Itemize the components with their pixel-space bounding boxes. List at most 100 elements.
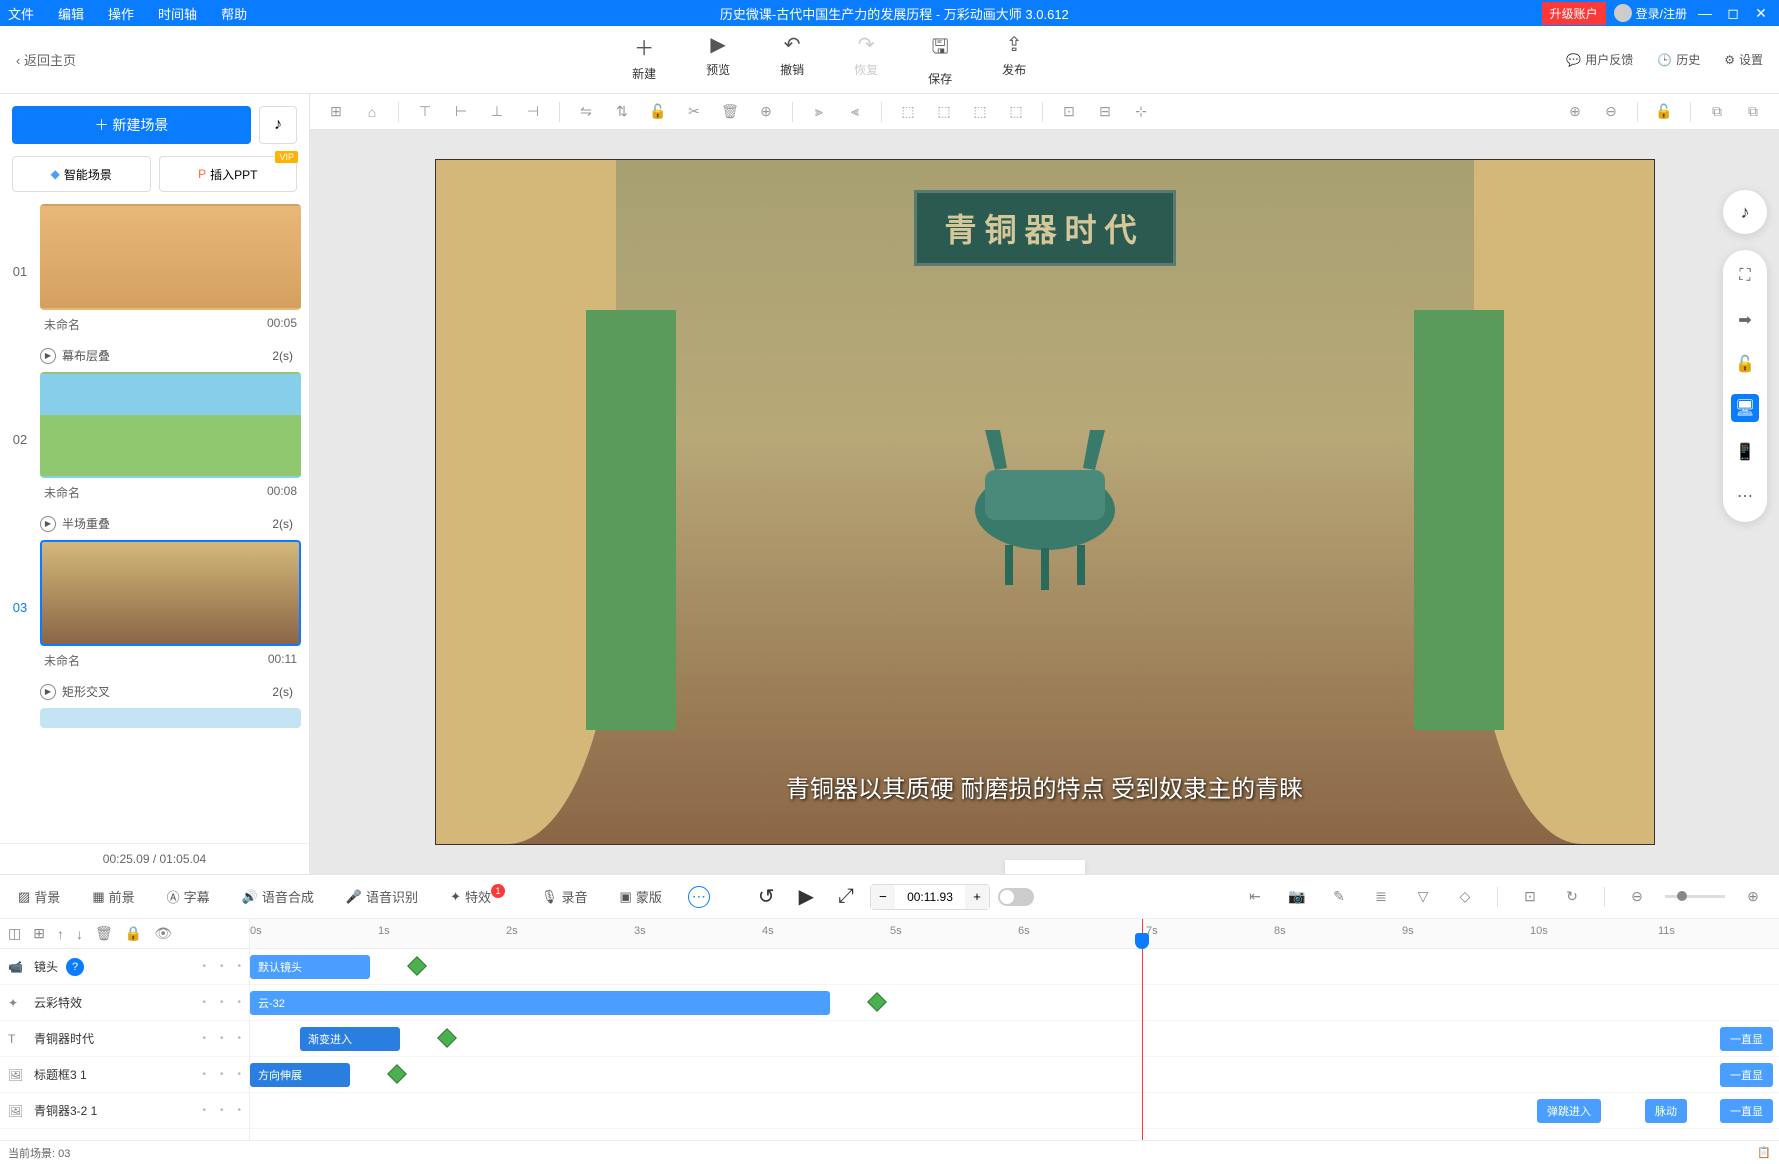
menu-timeline[interactable]: 时间轴: [158, 4, 197, 23]
tab-字幕[interactable]: Ⓐ字幕: [161, 883, 216, 910]
canvas-frame[interactable]: 📹 青铜器时代 青铜器以其质硬 耐磨损的特点 受到奴隶主的青睐: [435, 159, 1655, 845]
upgrade-button[interactable]: 升级账户: [1542, 2, 1606, 25]
more-icon[interactable]: ⋯: [1731, 482, 1759, 510]
track-label-镜头[interactable]: 📹镜头?•••: [0, 949, 249, 985]
tab-语音合成[interactable]: 🔊语音合成: [236, 883, 320, 910]
tl-filter-icon[interactable]: ▽: [1409, 883, 1437, 911]
group-icon[interactable]: ⊡: [1055, 98, 1083, 126]
keyframe[interactable]: [387, 1064, 407, 1084]
menu-help[interactable]: 帮助: [221, 4, 247, 23]
track-label-标题框3 1[interactable]: 🖼标题框3 1•••: [0, 1057, 249, 1093]
scene-transition[interactable]: ▶幕布层叠 2(s): [8, 343, 301, 372]
time-input[interactable]: [895, 890, 965, 904]
dist-v-icon[interactable]: ⫷: [841, 98, 869, 126]
track-badge[interactable]: 一直显: [1720, 1027, 1773, 1051]
tl-edit-icon[interactable]: ✎: [1325, 883, 1353, 911]
align-icon[interactable]: ⊣: [519, 98, 547, 126]
tab-特效[interactable]: ✦特效1: [444, 883, 515, 910]
canvas-viewport[interactable]: 📹 青铜器时代 青铜器以其质硬 耐磨损的特点 受到奴隶主的青睐 ♪ ⛶ ➡ 🔓 …: [310, 130, 1779, 874]
scene-item-02[interactable]: 02 未命名00:08: [8, 372, 301, 507]
scene-thumb[interactable]: [40, 540, 301, 646]
back-icon[interactable]: ⬚: [930, 98, 958, 126]
track-row[interactable]: 弹跳进入脉动一直显: [250, 1093, 1779, 1129]
track-badge[interactable]: 弹跳进入: [1537, 1099, 1601, 1123]
tl-zoomin-icon[interactable]: ⊕: [1739, 883, 1767, 911]
track-label-青铜器时代[interactable]: T青铜器时代•••: [0, 1021, 249, 1057]
copy-icon[interactable]: ⧉: [1703, 98, 1731, 126]
timeline-tracks[interactable]: 0s1s2s3s4s5s6s7s8s9s10s11s 默认镜头云-32渐变进入一…: [250, 919, 1779, 1140]
scene-item-03[interactable]: 03 未命名00:11: [8, 540, 301, 675]
tl-snapshot-icon[interactable]: 📷: [1283, 883, 1311, 911]
flip-h-icon[interactable]: ⇋: [572, 98, 600, 126]
rtool-设置[interactable]: ⚙设置: [1724, 51, 1763, 68]
minimize-button[interactable]: —: [1695, 3, 1715, 23]
tl-icon-1[interactable]: ⇤: [1241, 883, 1269, 911]
front-icon[interactable]: ⬚: [894, 98, 922, 126]
tl-del-icon[interactable]: 🗑: [95, 925, 113, 942]
music-button[interactable]: ♪: [259, 106, 297, 144]
scene-item-01[interactable]: 01 未命名00:05: [8, 204, 301, 339]
tl-up-icon[interactable]: ↑: [57, 926, 64, 942]
tl-extra-icon[interactable]: ⋯: [688, 886, 710, 908]
track-badge[interactable]: 一直显: [1720, 1099, 1773, 1123]
align-mid-icon[interactable]: ⊢: [447, 98, 475, 126]
menu-file[interactable]: 文件: [8, 4, 34, 23]
track-row[interactable]: 渐变进入一直显: [250, 1021, 1779, 1057]
collapse-handle[interactable]: ⌄: [1005, 860, 1085, 874]
maximize-button[interactable]: ◻: [1723, 3, 1743, 23]
play-button[interactable]: ▶: [791, 884, 822, 909]
tl-layers-icon[interactable]: ≣: [1367, 883, 1395, 911]
insert-ppt-button[interactable]: P插入PPTVIP: [159, 156, 298, 192]
mobile-icon[interactable]: 📱: [1731, 438, 1759, 466]
dist-h-icon[interactable]: ⫸: [805, 98, 833, 126]
help-icon[interactable]: ?: [66, 958, 84, 976]
crop-icon[interactable]: ✂: [680, 98, 708, 126]
scene-thumb[interactable]: [40, 708, 301, 728]
clipboard-icon[interactable]: 📋: [1757, 1146, 1771, 1159]
paste-icon[interactable]: ⧉: [1739, 98, 1767, 126]
ruler-icon[interactable]: ⊞: [322, 98, 350, 126]
login-button[interactable]: 登录/注册: [1614, 4, 1687, 22]
rtool-历史[interactable]: 🕒历史: [1657, 51, 1700, 68]
menu-action[interactable]: 操作: [108, 4, 134, 23]
track-label-云彩特效[interactable]: ✦云彩特效•••: [0, 985, 249, 1021]
tool-发布[interactable]: ⇪发布: [1002, 32, 1026, 87]
tab-录音[interactable]: 🎙录音: [535, 883, 594, 910]
scene-thumb[interactable]: [40, 204, 301, 310]
timeline-ruler[interactable]: 0s1s2s3s4s5s6s7s8s9s10s11s: [250, 919, 1779, 949]
expand-button[interactable]: ⤢: [830, 885, 862, 908]
ungroup-icon[interactable]: ⊟: [1091, 98, 1119, 126]
tab-背景[interactable]: ▨背景: [12, 883, 66, 910]
clip[interactable]: 云-32: [250, 991, 830, 1015]
tl-folder-icon[interactable]: ⊞: [33, 925, 45, 942]
align-top-icon[interactable]: ⊤: [411, 98, 439, 126]
zoom-slider[interactable]: [1665, 895, 1725, 898]
tl-keyframe-icon[interactable]: ◇: [1451, 883, 1479, 911]
scene-item-04[interactable]: [8, 708, 301, 728]
center-icon[interactable]: ⊹: [1127, 98, 1155, 126]
align-bot-icon[interactable]: ⊥: [483, 98, 511, 126]
tool-撤销[interactable]: ↶撤销: [780, 32, 804, 87]
time-plus-button[interactable]: +: [965, 885, 989, 909]
desktop-icon[interactable]: 🖥: [1731, 394, 1759, 422]
scene-transition[interactable]: ▶矩形交叉 2(s): [8, 679, 301, 708]
back-home-button[interactable]: ‹ 返回主页: [0, 50, 92, 69]
bronze-ding[interactable]: [945, 400, 1145, 600]
lock-icon[interactable]: 🔓: [644, 98, 672, 126]
canvas-music-button[interactable]: ♪: [1723, 190, 1767, 234]
close-button[interactable]: ✕: [1751, 3, 1771, 23]
menu-edit[interactable]: 编辑: [58, 4, 84, 23]
target-icon[interactable]: ⊕: [752, 98, 780, 126]
tool-新建[interactable]: ＋新建: [632, 32, 656, 87]
scene-thumb[interactable]: [40, 372, 301, 478]
tool-预览[interactable]: ▶预览: [706, 32, 730, 87]
tl-zoomout-icon[interactable]: ⊖: [1623, 883, 1651, 911]
home-icon[interactable]: ⌂: [358, 98, 386, 126]
delete-icon[interactable]: 🗑: [716, 98, 744, 126]
ai-scene-button[interactable]: ◆智能场景: [12, 156, 151, 192]
backward-icon[interactable]: ⬚: [1002, 98, 1030, 126]
tool-保存[interactable]: 🖫保存: [928, 32, 952, 87]
tab-语音识别[interactable]: 🎤语音识别: [340, 883, 424, 910]
tl-new-icon[interactable]: ◫: [8, 925, 21, 942]
sidebar-icon-2[interactable]: ➡: [1731, 306, 1759, 334]
